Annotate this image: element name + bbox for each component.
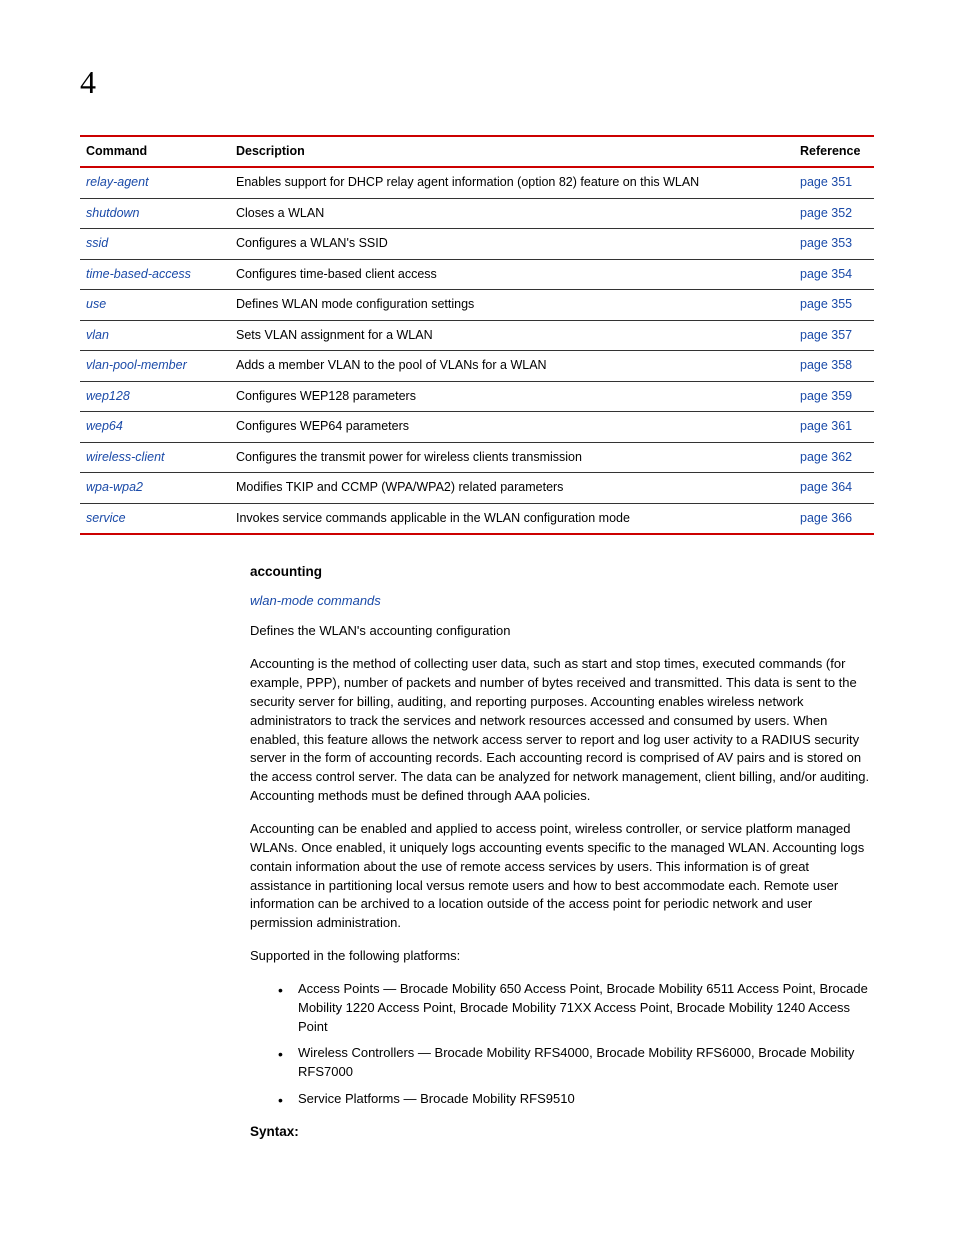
supported-label: Supported in the following platforms: (250, 947, 874, 966)
command-description: Configures a WLAN's SSID (230, 229, 794, 260)
command-description: Enables support for DHCP relay agent inf… (230, 167, 794, 198)
page-reference-link[interactable]: page 354 (800, 267, 852, 281)
command-link[interactable]: shutdown (86, 206, 140, 220)
command-description: Configures WEP128 parameters (230, 381, 794, 412)
command-link[interactable]: ssid (86, 236, 108, 250)
body-paragraph-1: Accounting is the method of collecting u… (250, 655, 874, 806)
chapter-number: 4 (80, 60, 874, 105)
section-title: accounting (250, 563, 874, 582)
command-description: Configures the transmit power for wirele… (230, 442, 794, 473)
command-description: Configures time-based client access (230, 259, 794, 290)
table-row: wep64 Configures WEP64 parameters page 361 (80, 412, 874, 443)
command-link[interactable]: relay-agent (86, 175, 149, 189)
command-description: Configures WEP64 parameters (230, 412, 794, 443)
th-reference: Reference (794, 136, 874, 168)
commands-table: Command Description Reference relay-agen… (80, 135, 874, 536)
table-row: service Invokes service commands applicab… (80, 503, 874, 534)
page-reference-link[interactable]: page 362 (800, 450, 852, 464)
command-link[interactable]: service (86, 511, 126, 525)
command-link[interactable]: wireless-client (86, 450, 165, 464)
page-reference-link[interactable]: page 359 (800, 389, 852, 403)
page-reference-link[interactable]: page 358 (800, 358, 852, 372)
list-item: Access Points — Brocade Mobility 650 Acc… (278, 980, 874, 1037)
command-description: Closes a WLAN (230, 198, 794, 229)
command-link[interactable]: wep64 (86, 419, 123, 433)
page-reference-link[interactable]: page 352 (800, 206, 852, 220)
table-row: shutdown Closes a WLAN page 352 (80, 198, 874, 229)
command-description: Adds a member VLAN to the pool of VLANs … (230, 351, 794, 382)
command-description: Defines WLAN mode configuration settings (230, 290, 794, 321)
page-reference-link[interactable]: page 353 (800, 236, 852, 250)
command-link[interactable]: vlan (86, 328, 109, 342)
page-reference-link[interactable]: page 355 (800, 297, 852, 311)
th-command: Command (80, 136, 230, 168)
command-link[interactable]: wpa-wpa2 (86, 480, 143, 494)
page-reference-link[interactable]: page 351 (800, 175, 852, 189)
command-link[interactable]: use (86, 297, 106, 311)
page-reference-link[interactable]: page 366 (800, 511, 852, 525)
table-row: wireless-client Configures the transmit p… (80, 442, 874, 473)
command-link[interactable]: time-based-access (86, 267, 191, 281)
list-item: Service Platforms — Brocade Mobility RFS… (278, 1090, 874, 1109)
table-row: relay-agent Enables support for DHCP rela… (80, 167, 874, 198)
list-item: Wireless Controllers — Brocade Mobility … (278, 1044, 874, 1082)
page-reference-link[interactable]: page 361 (800, 419, 852, 433)
command-description: Invokes service commands applicable in t… (230, 503, 794, 534)
intro-paragraph: Defines the WLAN's accounting configurat… (250, 622, 874, 641)
platform-list: Access Points — Brocade Mobility 650 Acc… (278, 980, 874, 1109)
body-paragraph-2: Accounting can be enabled and applied to… (250, 820, 874, 933)
table-row: vlan Sets VLAN assignment for a WLAN page … (80, 320, 874, 351)
th-description: Description (230, 136, 794, 168)
command-description: Modifies TKIP and CCMP (WPA/WPA2) relate… (230, 473, 794, 504)
table-row: ssid Configures a WLAN's SSID page 353 (80, 229, 874, 260)
table-row: wpa-wpa2 Modifies TKIP and CCMP (WPA/WPA2… (80, 473, 874, 504)
command-description: Sets VLAN assignment for a WLAN (230, 320, 794, 351)
table-row: vlan-pool-member Adds a member VLAN to th… (80, 351, 874, 382)
table-row: time-based-access Configures time-based c… (80, 259, 874, 290)
table-row: wep128 Configures WEP128 parameters page 3… (80, 381, 874, 412)
subsection-link[interactable]: wlan-mode commands (250, 592, 874, 610)
table-row: use Defines WLAN mode configuration setti… (80, 290, 874, 321)
section-content: accounting wlan-mode commands Defines th… (250, 563, 874, 1142)
syntax-label: Syntax: (250, 1123, 874, 1142)
page-reference-link[interactable]: page 357 (800, 328, 852, 342)
command-link[interactable]: vlan-pool-member (86, 358, 187, 372)
command-link[interactable]: wep128 (86, 389, 130, 403)
page-reference-link[interactable]: page 364 (800, 480, 852, 494)
